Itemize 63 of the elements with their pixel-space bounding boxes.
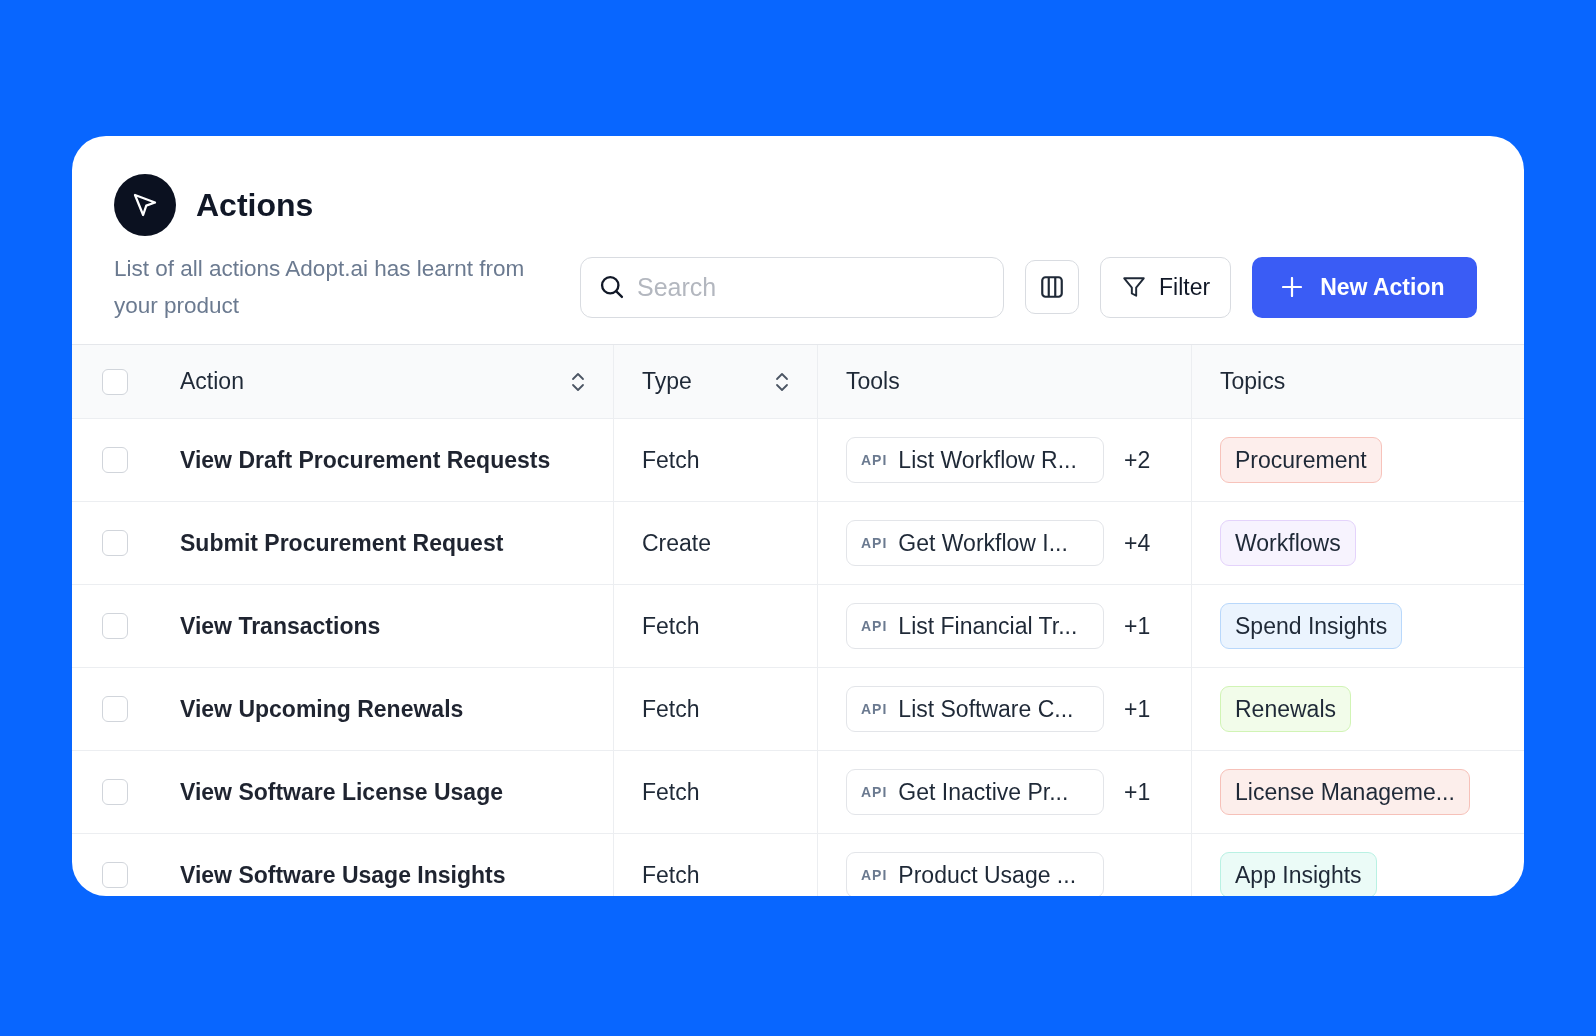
action-type: Fetch [642, 778, 700, 806]
tool-name: List Workflow R... [898, 446, 1077, 474]
topic-tag: Procurement [1220, 437, 1382, 483]
new-action-button[interactable]: New Action [1252, 256, 1477, 318]
tool-name: List Financial Tr... [898, 612, 1078, 640]
action-name[interactable]: Submit Procurement Request [180, 529, 504, 557]
action-type: Fetch [642, 695, 700, 723]
search-field[interactable]: Search [580, 256, 1004, 318]
tool-chip[interactable]: API Product Usage ... [846, 852, 1104, 896]
topic-tag: Workflows [1220, 520, 1356, 566]
more-tools-count[interactable]: +2 [1124, 446, 1151, 474]
column-header[interactable]: Type [642, 368, 775, 395]
page-description: List of all actions Adopt.ai has learnt from your product [114, 255, 526, 320]
tool-name: List Software C... [898, 695, 1074, 723]
api-label: API [861, 618, 888, 634]
action-type: Fetch [642, 612, 700, 640]
action-type: Create [642, 529, 712, 557]
api-label: API [861, 867, 888, 883]
checkbox[interactable] [102, 862, 128, 888]
column-header: Tools [846, 368, 901, 395]
more-tools-count[interactable]: +4 [1124, 529, 1151, 557]
api-label: API [861, 784, 888, 800]
api-label: API [861, 535, 888, 551]
checkbox[interactable] [102, 613, 128, 639]
column-header[interactable]: Action [180, 368, 571, 395]
tool-name: Product Usage ... [898, 861, 1077, 889]
checkbox[interactable] [102, 447, 128, 473]
tool-chip[interactable]: API Get Inactive Pr... [846, 769, 1104, 815]
action-name[interactable]: View Software Usage Insights [180, 861, 506, 889]
columns-icon [1039, 274, 1065, 300]
topic-tag: Spend Insights [1220, 603, 1403, 649]
filter-button[interactable]: Filter [1100, 256, 1232, 318]
tool-name: Get Inactive Pr... [898, 778, 1069, 806]
tool-chip[interactable]: API List Software C... [846, 686, 1104, 732]
action-type: Fetch [642, 861, 700, 889]
more-tools-count[interactable]: +1 [1124, 695, 1151, 723]
columns-button[interactable] [1025, 260, 1079, 314]
more-tools-count[interactable]: +1 [1124, 612, 1151, 640]
sort-icon[interactable] [571, 370, 585, 393]
column-header: Topics [1220, 368, 1287, 395]
more-tools-count[interactable]: +1 [1124, 778, 1151, 806]
action-name[interactable]: View Upcoming Renewals [180, 695, 464, 723]
tool-name: Get Workflow I... [898, 529, 1068, 557]
topic-tag: License Manageme... [1220, 769, 1470, 815]
action-name[interactable]: View Draft Procurement Requests [180, 446, 551, 474]
api-label: API [861, 452, 888, 468]
page-title: Actions [196, 186, 314, 224]
tool-chip[interactable]: API List Financial Tr... [846, 603, 1104, 649]
action-name[interactable]: View Software License Usage [180, 778, 503, 806]
tool-chip[interactable]: API Get Workflow I... [846, 520, 1104, 566]
checkbox[interactable] [102, 368, 128, 395]
api-label: API [861, 701, 888, 717]
filter-icon [1121, 274, 1147, 300]
tool-chip[interactable]: API List Workflow R... [846, 437, 1104, 483]
checkbox[interactable] [102, 530, 128, 556]
action-type: Fetch [642, 446, 700, 474]
plus-icon [1282, 277, 1303, 297]
checkbox[interactable] [102, 779, 128, 805]
checkbox[interactable] [102, 696, 128, 722]
topic-tag: Renewals [1220, 686, 1351, 732]
action-name[interactable]: View Transactions [180, 612, 381, 640]
sort-icon[interactable] [775, 370, 789, 393]
topic-tag: App Insights [1220, 852, 1377, 896]
